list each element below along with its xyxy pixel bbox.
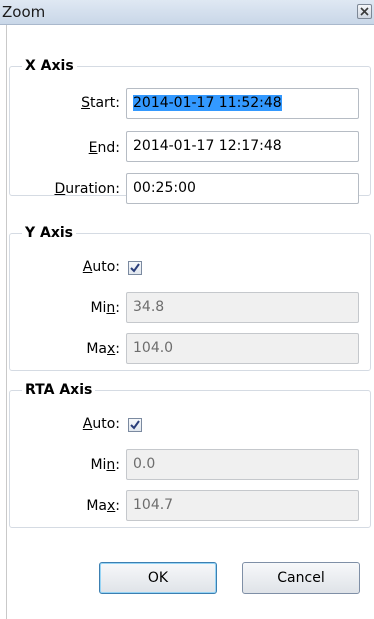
duration-input[interactable]: 00:25:00 (126, 173, 359, 204)
y-max-input[interactable]: 104.0 (126, 333, 359, 364)
checkmark-icon (130, 420, 140, 430)
checkmark-icon (130, 263, 140, 273)
y-min-input[interactable]: 34.8 (126, 292, 359, 323)
rta-min-input[interactable]: 0.0 (126, 449, 359, 480)
ok-button[interactable]: OK (99, 562, 217, 594)
start-input[interactable]: 2014-01-17 11:52:48 (126, 88, 359, 119)
y-auto-label: Auto: (82, 259, 120, 275)
y-min-label: Min: (90, 300, 120, 316)
rta-axis-legend: RTA Axis (22, 382, 96, 398)
rta-max-input[interactable]: 104.7 (126, 490, 359, 521)
y-axis-legend: Y Axis (22, 225, 77, 241)
y-auto-checkbox[interactable] (128, 261, 142, 275)
rta-auto-label: Auto: (82, 416, 120, 432)
start-label: Start: (81, 95, 120, 111)
window-title: Zoom (2, 3, 46, 21)
cancel-button[interactable]: Cancel (242, 562, 360, 594)
close-x-icon (360, 7, 369, 16)
close-icon[interactable] (357, 4, 372, 19)
y-max-label: Max: (86, 341, 120, 357)
rta-min-label: Min: (90, 457, 120, 473)
rta-max-label: Max: (86, 498, 120, 514)
window-left-edge (0, 25, 7, 619)
title-bar[interactable]: Zoom (0, 0, 374, 25)
end-label: End: (88, 140, 120, 156)
end-input[interactable]: 2014-01-17 12:17:48 (126, 131, 359, 162)
duration-label: Duration: (54, 181, 120, 197)
rta-auto-checkbox[interactable] (128, 418, 142, 432)
x-axis-legend: X Axis (22, 58, 77, 74)
